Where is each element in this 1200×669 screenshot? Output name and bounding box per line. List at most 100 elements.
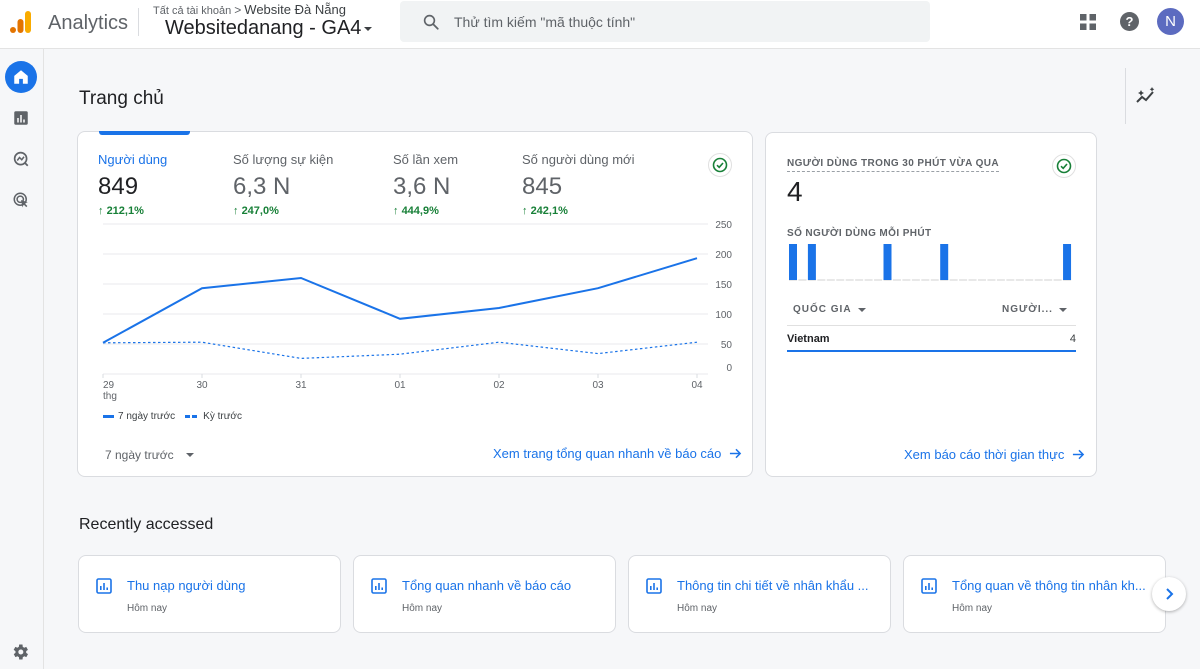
y-tick-label: 250 [715, 220, 732, 231]
legend-dash-swatch [185, 415, 199, 418]
caret-down-icon [185, 453, 194, 457]
legend-item-previous: Kỳ trước [185, 411, 242, 422]
property-name: Websitedanang - GA4 [165, 17, 362, 39]
minute-bar[interactable] [807, 244, 816, 280]
nav-home[interactable] [5, 61, 37, 93]
left-nav [0, 49, 44, 669]
analytics-logo-icon[interactable] [8, 9, 34, 35]
users-per-minute-chart [789, 244, 1072, 281]
column-label: QUỐC GIA [793, 304, 852, 315]
breadcrumb[interactable]: Tất cả tài khoản > Website Đà Nẵng [153, 2, 346, 17]
row-bar [787, 350, 1076, 352]
metric-value: 845 [522, 173, 563, 200]
legend-label: 7 ngày trước [118, 411, 176, 422]
data-quality-badge[interactable] [708, 153, 732, 177]
legend-item-current: 7 ngày trước [103, 411, 175, 422]
search-icon [423, 14, 439, 30]
y-tick-label: 150 [715, 280, 732, 291]
settings-gear-icon[interactable] [10, 642, 30, 662]
explore-icon [13, 151, 29, 167]
nav-reports[interactable] [5, 102, 37, 134]
recent-item-title: Thông tin chi tiết về nhân khẩu ... [677, 578, 869, 593]
search-bar[interactable] [400, 1, 930, 42]
overview-card: Người dùng 849 ↑ 212,1% Số lượng sự kiện… [77, 131, 753, 477]
metric-change-value: 444,9% [401, 205, 439, 217]
x-tick-label: 29 [103, 380, 115, 391]
metric-new-users[interactable]: Số người dùng mới 845 ↑ 242,1% [522, 152, 634, 217]
breadcrumb-root[interactable]: Tất cả tài khoản [153, 5, 231, 17]
metric-change: ↑ 247,0% [233, 205, 279, 217]
series-line-previous [102, 341, 698, 360]
metric-event-count[interactable]: Số lượng sự kiện 6,3 N ↑ 247,0% [233, 152, 333, 217]
y-tick-label: 200 [715, 250, 732, 261]
apps-grid-icon[interactable] [1080, 14, 1096, 30]
data-quality-badge[interactable] [1052, 154, 1076, 178]
view-realtime-link[interactable]: Xem báo cáo thời gian thực [904, 447, 1085, 462]
insights-sparkline-icon[interactable] [1135, 86, 1157, 106]
recent-item[interactable]: Tổng quan về thông tin nhân kh... Hôm na… [903, 555, 1166, 633]
x-tick-label: 01 [394, 380, 406, 391]
metric-label: Người dùng [98, 152, 168, 167]
users-line-chart: 0 50 100 150 200 250 29 30 31 01 02 03 04 thg [102, 220, 733, 402]
divider [138, 8, 139, 36]
metric-views[interactable]: Số lần xem 3,6 N ↑ 444,9% [393, 152, 458, 217]
y-tick-label: 50 [721, 340, 733, 351]
caret-down-icon [857, 307, 866, 312]
home-icon [14, 70, 28, 84]
nav-advertising[interactable] [5, 184, 37, 216]
table-header-divider [787, 325, 1076, 326]
chart-legend: 7 ngày trước Kỳ trước [103, 411, 248, 422]
breadcrumb-account[interactable]: Website Đà Nẵng [244, 2, 346, 17]
minute-bar[interactable] [789, 244, 797, 280]
minute-bar[interactable] [940, 244, 949, 280]
help-icon[interactable]: ? [1120, 12, 1139, 31]
metric-change-value: 247,0% [241, 205, 279, 217]
recent-item[interactable]: Tổng quan nhanh về báo cáo Hôm nay [353, 555, 616, 633]
x-tick-label: 31 [295, 380, 307, 391]
metric-change: ↑ 242,1% [522, 205, 568, 217]
realtime-user-count: 4 [787, 176, 803, 207]
search-input[interactable] [454, 1, 914, 42]
metric-change-value: 242,1% [530, 205, 568, 217]
page-title: Trang chủ [79, 88, 164, 109]
recent-item[interactable]: Thu nạp người dùng Hôm nay [78, 555, 341, 633]
minute-bar[interactable] [883, 244, 892, 280]
users-column-header[interactable]: NGƯỜI... [1002, 304, 1067, 315]
rail-divider [1125, 68, 1126, 124]
link-label: Xem trang tổng quan nhanh về báo cáo [493, 446, 722, 461]
per-minute-label: SỐ NGƯỜI DÙNG MỖI PHÚT [787, 228, 932, 239]
minute-bar[interactable] [1063, 244, 1072, 280]
y-tick-label: 0 [726, 363, 732, 374]
report-icon [921, 578, 937, 594]
metric-value: 3,6 N [393, 173, 451, 200]
avatar[interactable]: N [1157, 8, 1184, 35]
legend-label: Kỳ trước [203, 411, 242, 422]
report-icon [646, 578, 662, 594]
recent-item-title: Thu nạp người dùng [127, 578, 246, 593]
metric-change-value: 212,1% [106, 205, 144, 217]
metric-change: ↑ 444,9% [393, 205, 439, 217]
recent-item[interactable]: Thông tin chi tiết về nhân khẩu ... Hôm … [628, 555, 891, 633]
metric-users[interactable]: Người dùng 849 ↑ 212,1% [98, 152, 167, 217]
recent-item-title: Tổng quan về thông tin nhân kh... [952, 578, 1146, 593]
metric-label: Số người dùng mới [522, 152, 635, 167]
chevron-right-icon [1166, 588, 1174, 600]
table-row[interactable]: Vietnam 4 [787, 333, 1076, 345]
bar-chart-icon [14, 111, 28, 125]
carousel-next-button[interactable] [1152, 577, 1186, 611]
app-name: Analytics [48, 12, 129, 34]
metric-change: ↑ 212,1% [98, 205, 144, 217]
recent-item-time: Hôm nay [677, 603, 718, 614]
date-range-value: 7 ngày trước [105, 448, 174, 462]
realtime-title[interactable]: NGƯỜI DÙNG TRONG 30 PHÚT VỪA QUA [787, 158, 1000, 172]
date-range-dropdown[interactable]: 7 ngày trước [105, 448, 194, 462]
recent-item-time: Hôm nay [402, 603, 443, 614]
nav-explore[interactable] [5, 143, 37, 175]
view-reports-snapshot-link[interactable]: Xem trang tổng quan nhanh về báo cáo [493, 446, 742, 461]
country-column-header[interactable]: QUỐC GIA [793, 304, 866, 315]
property-selector[interactable]: Websitedanang - GA4 [165, 17, 373, 40]
active-tab-indicator [99, 131, 190, 135]
report-icon [96, 578, 112, 594]
metric-value: 849 [98, 173, 139, 200]
top-bar: Analytics Tất cả tài khoản > Website Đà Nẵ… [0, 0, 1200, 49]
